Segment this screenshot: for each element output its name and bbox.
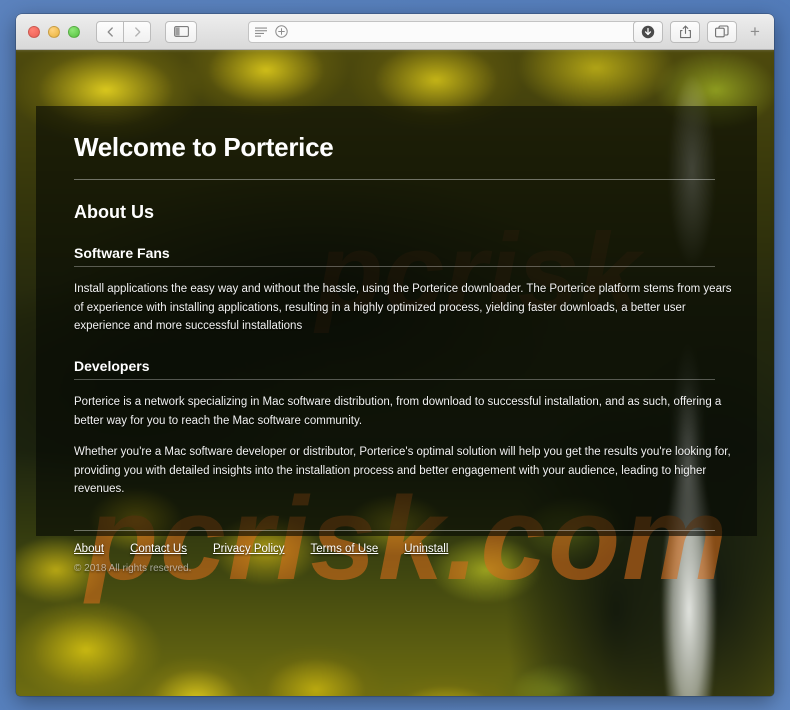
footer-link-privacy-policy[interactable]: Privacy Policy [213,543,285,555]
section-paragraph-software-fans-1: Install applications the easy way and wi… [74,283,732,333]
sidebar-toggle-icon [173,26,189,37]
forward-button[interactable] [123,20,151,43]
downloads-icon [641,25,655,39]
footer-divider [74,530,715,531]
downloads-button[interactable] [633,20,663,43]
title-divider [74,179,715,180]
chevron-left-icon [105,26,116,38]
about-us-heading: About Us [74,202,154,222]
browser-toolbar: + [16,14,774,50]
footer-link-terms-of-use[interactable]: Terms of Use [311,543,379,555]
share-button[interactable] [670,20,700,43]
footer-link-contact-us[interactable]: Contact Us [130,543,187,555]
footer-links: About Contact Us Privacy Policy Terms of… [74,543,735,555]
footer-link-about[interactable]: About [74,543,104,555]
sidebar-toggle-button[interactable] [165,20,197,43]
close-button[interactable] [28,25,40,38]
minimize-button[interactable] [48,25,60,38]
copyright-text: © 2018 All rights reserved. [74,563,192,574]
desktop-background: + pcrisk pcrisk.com Welcome to Porterice… [0,0,790,710]
page-title: Welcome to Porterice [74,132,334,162]
address-bar-left-icons [255,25,288,38]
new-tab-button[interactable]: + [744,21,766,43]
show-tabs-icon [715,25,729,38]
section-heading-software-fans: Software Fans [74,245,170,261]
section-divider-developers [74,378,715,380]
section-heading-developers: Developers [74,357,150,374]
section-paragraph-developers-1: Porterice is a network specializing in M… [74,395,722,427]
page-viewport: pcrisk pcrisk.com Welcome to Porterice A… [16,50,774,696]
content-panel: Welcome to Porterice About Us Software F… [36,106,757,536]
zoom-button[interactable] [68,25,80,38]
section-paragraph-developers-2: Whether you're a Mac software developer … [74,446,731,496]
show-tabs-button[interactable] [707,20,737,43]
address-bar[interactable] [248,20,652,43]
back-button[interactable] [96,20,124,43]
share-icon [679,25,692,39]
reader-view-icon[interactable] [255,27,268,37]
page-zoom-icon[interactable] [275,25,288,38]
footer-link-uninstall[interactable]: Uninstall [404,543,448,555]
navigation-buttons [96,20,151,43]
window-controls [28,25,80,38]
safari-browser-window: + pcrisk pcrisk.com Welcome to Porterice… [16,14,774,696]
chevron-right-icon [132,26,143,38]
section-divider-software-fans [74,266,715,267]
page-footer: About Contact Us Privacy Policy Terms of… [36,520,757,574]
toolbar-right-buttons: + [633,20,766,43]
